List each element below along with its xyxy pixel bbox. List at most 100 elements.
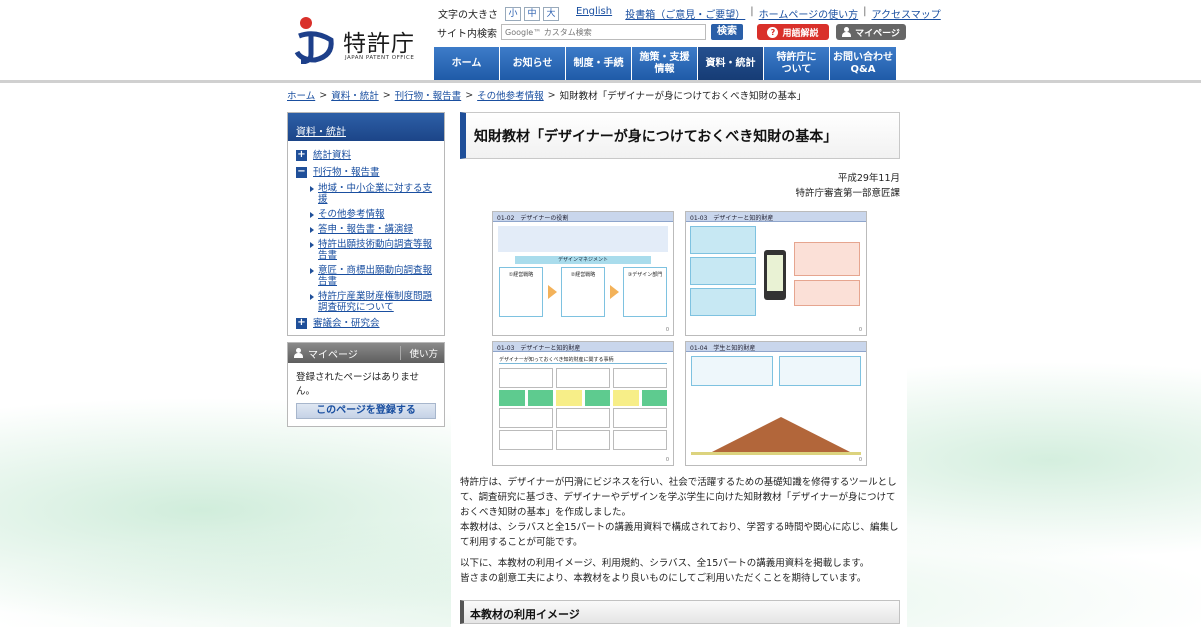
nav-procedures[interactable]: 制度・手続 bbox=[566, 47, 632, 80]
slide-flow: ①経営戦略 ②経営戦略 ③デザイン部門 bbox=[499, 267, 667, 317]
minus-icon: − bbox=[296, 166, 307, 178]
nav-statistics[interactable]: 資料・統計 bbox=[698, 47, 764, 80]
sidebar-item-publications[interactable]: − 刊行物・報告書 bbox=[296, 167, 438, 179]
main-content: 知財教材「デザイナーが身につけておくべき知財の基本」 平成29年11月 特許庁審… bbox=[460, 112, 900, 624]
slide-caption: デザイナーが知っておくべき知的財産に関する事柄 bbox=[499, 356, 667, 364]
font-size-medium-button[interactable]: 中 bbox=[524, 6, 540, 21]
nav-policies[interactable]: 施策・支援 情報 bbox=[632, 47, 698, 80]
slide-box: ①経営戦略 bbox=[499, 267, 543, 317]
publishing-department: 特許庁審査第一部意匠課 bbox=[795, 188, 900, 199]
slide-box: ③デザイン部門 bbox=[623, 267, 667, 317]
sidebar-subitem[interactable]: 答申・報告書・講演録 bbox=[296, 224, 438, 235]
search-input[interactable] bbox=[501, 24, 706, 40]
triangle-right-icon bbox=[310, 186, 314, 192]
slide-box: ②経営戦略 bbox=[561, 267, 605, 317]
how-to-use-link[interactable]: ホームページの使い方 bbox=[759, 6, 859, 21]
font-size-selector: 文字の大きさ 小 中 大 bbox=[438, 6, 559, 21]
logo-text: 特許庁 bbox=[343, 31, 415, 57]
sidebar-heading[interactable]: 資料・統計 bbox=[288, 113, 444, 141]
arrow-right-icon bbox=[609, 285, 619, 299]
triangle-right-icon bbox=[310, 268, 314, 274]
mypage-howto-link[interactable]: 使い方 bbox=[400, 346, 438, 360]
slide-title: 01-03 デザイナーと知的財産 bbox=[686, 212, 866, 222]
description-paragraph: 特許庁は、デザイナーが円滑にビジネスを行い、社会で活躍するための基礎知識を修得す… bbox=[460, 477, 897, 518]
sidebar-subitem-label[interactable]: 地域・中小企業に対する支援 bbox=[318, 183, 438, 205]
breadcrumb-publications[interactable]: 刊行物・報告書 bbox=[395, 88, 462, 102]
description-paragraph: 皆さまの創意工夫により、本教材をより良いものにしてご利用いただくことを期待してい… bbox=[460, 573, 867, 584]
triangle-right-icon bbox=[310, 227, 314, 233]
breadcrumb-other-info[interactable]: その他参考情報 bbox=[477, 88, 544, 102]
plus-icon: + bbox=[296, 149, 307, 161]
sidebar-item-label[interactable]: 統計資料 bbox=[313, 150, 351, 162]
sidebar-subitem-label[interactable]: その他参考情報 bbox=[318, 209, 385, 220]
slide-page: 0 bbox=[665, 327, 669, 333]
arrow-right-icon bbox=[547, 285, 557, 299]
mypage-button[interactable]: マイページ bbox=[836, 24, 906, 40]
page-title: 知財教材「デザイナーが身につけておくべき知財の基本」 bbox=[460, 112, 900, 159]
description: 特許庁は、デザイナーが円滑にビジネスを行い、社会で活躍するための基礎知識を修得す… bbox=[460, 475, 900, 586]
description-paragraph: 本教材は、シラバスと全15パートの講義用資料で構成されており、学習する時間や関心… bbox=[460, 522, 899, 548]
question-icon: ? bbox=[767, 26, 779, 38]
publication-meta: 平成29年11月 特許庁審査第一部意匠課 bbox=[460, 171, 900, 201]
glossary-button[interactable]: ? 用語解説 bbox=[757, 24, 829, 40]
triangle-right-icon bbox=[310, 212, 314, 218]
slide-thumbnail: 01-03 デザイナーと知的財産 0 bbox=[685, 211, 867, 336]
description-paragraph: 以下に、本教材の利用イメージ、利用規約、シラバス、全15パートの講義用資料を掲載… bbox=[460, 558, 870, 569]
slide-thumbnail: 01-04 学生と知的財産 0 bbox=[685, 341, 867, 466]
slide-bullets bbox=[498, 226, 668, 252]
register-page-button[interactable]: このページを登録する bbox=[296, 403, 436, 419]
mypage-panel: マイページ 使い方 登録されたページはありません。 このページを登録する bbox=[287, 342, 445, 427]
sidebar-subitem-label[interactable]: 特許庁産業財産権制度問題調査研究について bbox=[318, 291, 438, 313]
english-link[interactable]: English bbox=[576, 6, 612, 21]
slide-title: 01-03 デザイナーと知的財産 bbox=[493, 342, 673, 352]
slide-thumbnails: 01-02 デザイナーの役割 デザインマネジメント ①経営戦略 ②経営戦略 ③デ… bbox=[492, 211, 868, 466]
nav-policies-label: 施策・支援 情報 bbox=[639, 51, 690, 75]
sidebar-subitem-label[interactable]: 意匠・商標出願動向調査報告書 bbox=[318, 265, 438, 287]
plus-icon: + bbox=[296, 317, 307, 329]
sidebar-subitem-label[interactable]: 特許出願技術動向調査等報告書 bbox=[318, 239, 438, 261]
slide-band-label: デザインマネジメント bbox=[515, 256, 651, 264]
mypage-label: マイページ bbox=[855, 28, 900, 39]
nav-home[interactable]: ホーム bbox=[434, 47, 500, 80]
mountain-illustration bbox=[706, 417, 856, 455]
font-size-small-button[interactable]: 小 bbox=[505, 6, 521, 21]
publication-date: 平成29年11月 bbox=[837, 173, 900, 184]
sidebar-item-councils[interactable]: + 審議会・研究会 bbox=[296, 318, 438, 330]
glossary-label: 用語解説 bbox=[782, 28, 819, 39]
section-heading: 本教材の利用イメージ bbox=[460, 600, 900, 624]
slide-thumbnail: 01-02 デザイナーの役割 デザインマネジメント ①経営戦略 ②経営戦略 ③デ… bbox=[492, 211, 674, 336]
nav-about-label: 特許庁に ついて bbox=[776, 51, 817, 75]
breadcrumb-home[interactable]: ホーム bbox=[287, 88, 315, 102]
jpo-logo-icon bbox=[294, 17, 334, 64]
triangle-right-icon bbox=[310, 294, 314, 300]
sidebar-item-label[interactable]: 刊行物・報告書 bbox=[313, 167, 380, 179]
slide-title: 01-04 学生と知的財産 bbox=[686, 342, 866, 352]
nav-contact[interactable]: お問い合わせ Q&A bbox=[830, 47, 896, 80]
slide-page: 0 bbox=[858, 457, 862, 463]
sidebar-subitem[interactable]: 意匠・商標出願動向調査報告書 bbox=[296, 265, 438, 287]
sidebar-subitem[interactable]: 特許出願技術動向調査等報告書 bbox=[296, 239, 438, 261]
breadcrumb-statistics[interactable]: 資料・統計 bbox=[331, 88, 379, 102]
slide-page: 0 bbox=[858, 327, 862, 333]
search-button[interactable]: 検索 bbox=[711, 24, 743, 40]
sidebar: 資料・統計 + 統計資料 − 刊行物・報告書 地域・中小企業に対する支援 その他… bbox=[287, 112, 445, 427]
global-nav: ホーム お知らせ 制度・手続 施策・支援 情報 資料・統計 特許庁に ついて お問い… bbox=[434, 47, 896, 80]
access-map-link[interactable]: アクセスマップ bbox=[872, 6, 941, 21]
suggestion-box-link[interactable]: 投書箱（ご意見・ご要望） bbox=[625, 6, 745, 21]
site-search: サイト内検索 検索 bbox=[437, 24, 743, 40]
nav-about[interactable]: 特許庁に ついて bbox=[764, 47, 830, 80]
jpo-logo[interactable]: 特許庁 JAPAN PATENT OFFICE bbox=[293, 14, 423, 66]
sidebar-item-statistics[interactable]: + 統計資料 bbox=[296, 150, 438, 162]
smartphone-icon bbox=[764, 250, 786, 300]
sidebar-subitem[interactable]: 地域・中小企業に対する支援 bbox=[296, 183, 438, 205]
nav-news[interactable]: お知らせ bbox=[500, 47, 566, 80]
sidebar-item-label[interactable]: 審議会・研究会 bbox=[313, 318, 380, 330]
mypage-panel-title: マイページ bbox=[308, 349, 358, 361]
slide-title: 01-02 デザイナーの役割 bbox=[493, 212, 673, 222]
sidebar-subitem[interactable]: 特許庁産業財産権制度問題調査研究について bbox=[296, 291, 438, 313]
sidebar-subitem-label[interactable]: 答申・報告書・講演録 bbox=[318, 224, 413, 235]
header-divider bbox=[0, 80, 1201, 83]
font-size-large-button[interactable]: 大 bbox=[543, 6, 559, 21]
sidebar-nav: 資料・統計 + 統計資料 − 刊行物・報告書 地域・中小企業に対する支援 その他… bbox=[287, 112, 445, 336]
sidebar-subitem[interactable]: その他参考情報 bbox=[296, 209, 438, 220]
